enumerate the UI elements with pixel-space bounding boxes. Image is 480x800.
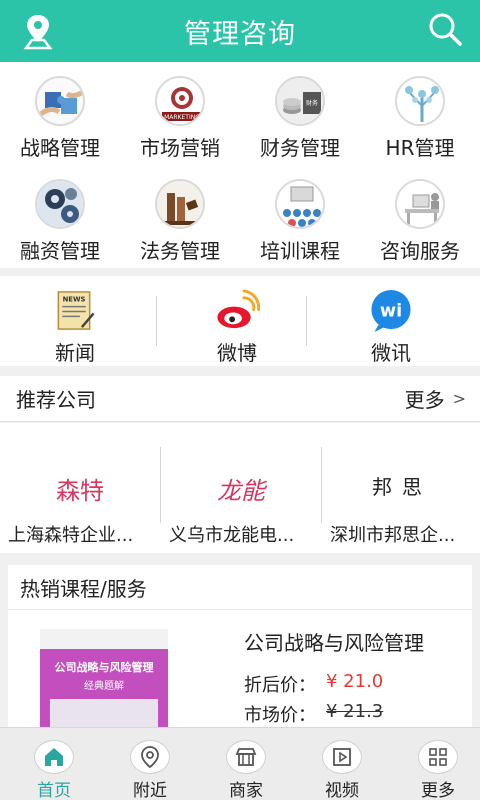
more-link[interactable]: 更多 > [405,384,466,413]
law-gavel-icon [155,179,205,229]
company-card[interactable]: 森特 上海森特企业... [0,423,160,553]
weibo-icon [217,289,260,329]
cover-title: 公司战略与风险管理 [54,661,154,674]
divider [156,296,157,346]
category-legal[interactable]: 法务管理 [120,165,240,268]
finance-coins-icon: 财务 [275,76,325,126]
discount-label: 折后价： [244,675,316,696]
wi-icon: wi [371,289,411,333]
wixun-label: 微讯 [371,341,411,365]
category-marketing[interactable]: MARKETING 市场营销 [120,62,240,165]
marketing-target-icon: MARKETING [155,76,205,126]
category-financing[interactable]: 融资管理 [0,165,120,268]
financing-gears-icon [35,179,85,229]
category-label: 市场营销 [140,136,220,160]
news-label: 新闻 [55,341,95,365]
divider [306,296,307,346]
social-row: NEWS 新闻 微博 wi 微讯 [0,276,480,366]
category-finance[interactable]: 财务 财务管理 [240,62,360,165]
training-audience-icon [275,179,325,229]
puzzle-hands-icon [35,76,85,126]
tab-label: 视频 [325,781,359,800]
company-name: 上海森特企业... [8,525,134,546]
category-training[interactable]: 培训课程 [240,165,360,268]
svg-text:MARKETING: MARKETING [164,114,200,121]
category-label: HR管理 [385,136,455,160]
section-title: 推荐公司 [16,388,96,412]
video-play-icon [322,740,362,774]
page-title: 管理咨询 [184,18,296,50]
discount-price-row: 折后价： ¥ 21.0 [244,671,383,697]
tab-label: 商家 [229,781,263,800]
market-price: ¥ 21.3 [326,701,384,722]
category-grid: 战略管理 MARKETING 市场营销 财务 财务管理 HR管理 融资管理 法务… [0,62,480,268]
company-logo: 龙能 [217,477,265,505]
news-icon: NEWS [57,291,95,330]
svg-text:财务: 财务 [306,99,318,107]
grid-more-icon [418,740,458,774]
market-label: 市场价： [244,705,316,726]
company-list: 森特 上海森特企业... 龙能 义乌市龙能电... 邦思 深圳市邦思企... [0,423,480,553]
category-label: 融资管理 [20,239,100,263]
cover-subtitle: 经典题解 [84,681,124,692]
category-label: 战略管理 [20,136,100,160]
weibo-entry[interactable]: 微博 [162,276,312,366]
consulting-desk-icon [395,179,445,229]
cover-band [40,629,168,649]
divider [8,609,472,610]
category-strategy[interactable]: 战略管理 [0,62,120,165]
discount-price: ¥ 21.0 [326,671,384,692]
category-hr[interactable]: HR管理 [360,62,480,165]
wi-icon-text: wi [380,301,402,321]
home-icon [34,740,74,774]
category-consulting[interactable]: 咨询服务 [360,165,480,268]
company-logo: 邦思 [372,475,432,499]
location-pin-icon[interactable] [22,12,54,50]
tab-label: 更多 [421,781,455,800]
tab-home[interactable]: 首页 [6,728,102,800]
tab-label: 首页 [37,781,71,800]
category-label: 财务管理 [260,136,340,160]
company-card[interactable]: 邦思 深圳市邦思企... [322,423,480,553]
recommend-header: 推荐公司 更多 > [0,376,480,422]
company-name: 义乌市龙能电... [169,525,295,546]
product-cover-image[interactable]: 公司战略与风险管理 经典题解 [40,629,168,739]
hot-courses-section: 热销课程/服务 公司战略与风险管理 经典题解 公司战略与风险管理 折后价： ¥ … [8,565,472,739]
svg-text:NEWS: NEWS [63,296,86,304]
section-title: 热销课程/服务 [20,577,147,601]
category-label: 法务管理 [140,239,220,263]
search-icon[interactable] [426,10,464,48]
category-label: 咨询服务 [380,239,460,263]
wixun-entry[interactable]: wi 微讯 [316,276,466,366]
news-entry[interactable]: NEWS 新闻 [0,276,150,366]
category-label: 培训课程 [260,239,340,263]
more-label: 更多 [404,388,445,412]
tab-video[interactable]: 视频 [294,728,390,800]
tab-label: 附近 [133,781,167,800]
market-price-row: 市场价： ¥ 21.3 [244,701,383,727]
bottom-tab-bar: 首页 附近 商家 视频 更多 [0,727,480,800]
tab-merchants[interactable]: 商家 [198,728,294,800]
tab-more[interactable]: 更多 [390,728,480,800]
store-icon [226,740,266,774]
company-logo: 森特 [56,477,104,505]
product-title[interactable]: 公司战略与风险管理 [244,627,424,656]
company-name: 深圳市邦思企... [330,525,456,546]
tab-nearby[interactable]: 附近 [102,728,198,800]
company-card[interactable]: 龙能 义乌市龙能电... [161,423,321,553]
top-app-bar: 管理咨询 [0,0,480,62]
chevron-right-icon: > [452,389,466,408]
weibo-label: 微博 [217,341,257,365]
location-pin-icon [130,740,170,774]
hr-tree-icon [395,76,445,126]
